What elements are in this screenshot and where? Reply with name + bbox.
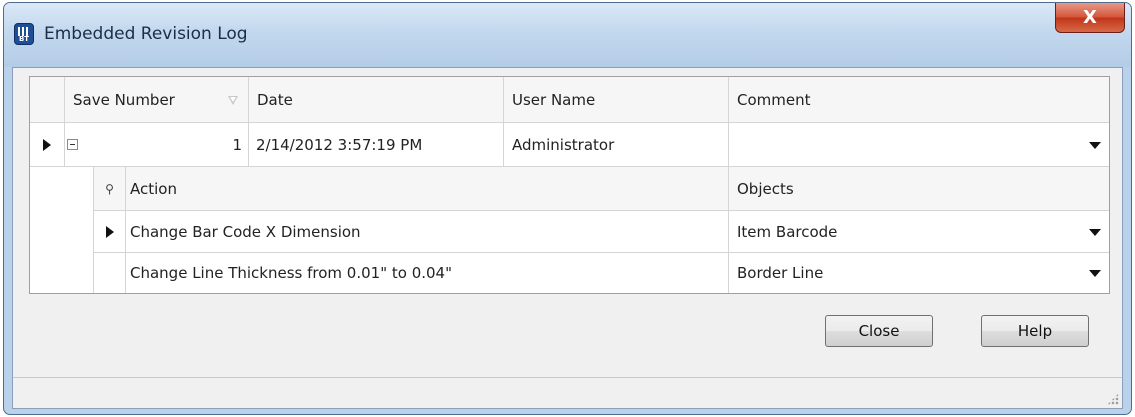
detail-indent [30,167,94,293]
close-window-button[interactable]: X [1055,3,1125,33]
search-icon[interactable]: ⚲ [105,182,114,196]
chevron-down-icon[interactable] [1089,270,1101,277]
objects-cell[interactable]: Border Line [729,253,1109,293]
row-pointer-icon [105,225,114,238]
column-header-save-number[interactable]: Save Number [65,77,249,123]
row-indicator-header [30,77,65,123]
user-name-cell[interactable]: Administrator [504,123,729,167]
objects-cell[interactable]: Item Barcode [729,211,1109,253]
action-cell[interactable]: Change Line Thickness from 0.01" to 0.04… [126,253,729,293]
chevron-down-icon[interactable] [1089,228,1101,236]
close-button[interactable]: Close [825,315,933,347]
comment-cell[interactable] [729,123,1109,167]
column-header-user-name[interactable]: User Name [504,77,729,123]
column-header-objects[interactable]: Objects [729,167,1109,211]
chevron-down-icon[interactable] [1089,141,1101,149]
status-bar [13,377,1122,408]
column-header-comment[interactable]: Comment [729,77,1109,123]
title-bar[interactable]: BT Embedded Revision Log X [4,3,1131,67]
dialog-body: Save Number Date User Name Comment 1 2/1… [12,67,1123,409]
column-header-date[interactable]: Date [249,77,504,123]
sort-descending-icon[interactable] [228,96,238,105]
revision-grid: Save Number Date User Name Comment 1 2/1… [29,76,1110,294]
detail-row-indicator [94,211,126,253]
help-button[interactable]: Help [981,315,1089,347]
save-number-cell[interactable]: 1 [65,123,249,167]
resize-grip-icon[interactable] [1107,393,1119,405]
collapse-minus-icon[interactable] [67,139,78,150]
action-cell[interactable]: Change Bar Code X Dimension [126,211,729,253]
date-cell[interactable]: 2/14/2012 3:57:19 PM [249,123,504,167]
column-header-action[interactable]: Action [126,167,729,211]
detail-search-header[interactable]: ⚲ [94,167,126,211]
row-pointer-icon [43,138,51,151]
detail-row-indicator [94,253,126,293]
window-title: Embedded Revision Log [44,24,248,44]
revision-log-window: BT Embedded Revision Log X Save Number D… [3,2,1132,415]
table-row-indicator [30,123,65,167]
app-icon: BT [14,23,34,45]
